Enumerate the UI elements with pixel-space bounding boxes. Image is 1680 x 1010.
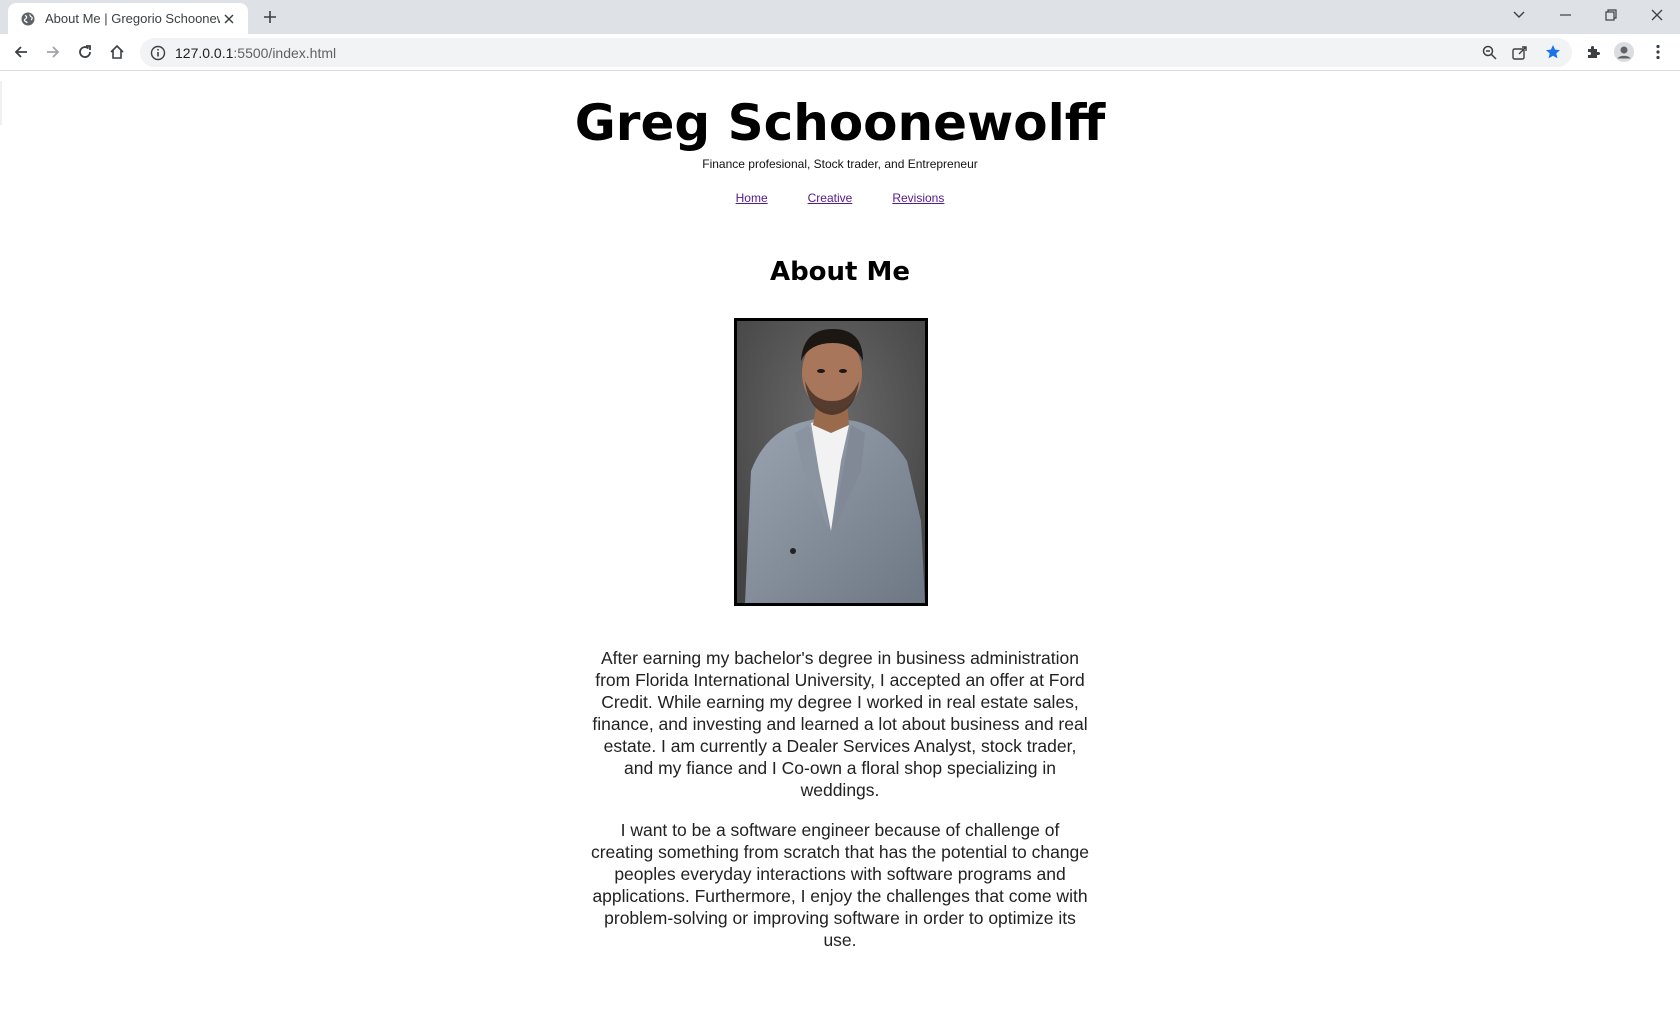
url-text: 127.0.0.1:5500/index.html bbox=[175, 45, 336, 61]
tab-title: About Me | Gregorio Schoonewolff bbox=[45, 11, 220, 26]
globe-icon bbox=[21, 12, 35, 25]
page-content: Greg Schoonewolff Finance profesional, S… bbox=[0, 71, 1680, 1010]
kebab-menu-icon bbox=[1656, 44, 1660, 60]
share-icon bbox=[1512, 45, 1527, 60]
reload-button[interactable] bbox=[72, 39, 98, 65]
close-icon bbox=[1651, 9, 1663, 21]
extensions-button[interactable] bbox=[1581, 40, 1605, 64]
close-tab-icon[interactable] bbox=[220, 10, 238, 28]
profile-button[interactable] bbox=[1612, 40, 1636, 64]
puzzle-icon bbox=[1588, 46, 1600, 58]
restore-icon bbox=[1605, 9, 1617, 21]
portrait-illustration bbox=[737, 321, 925, 603]
nav-link-creative[interactable]: Creative bbox=[808, 191, 853, 205]
back-button[interactable] bbox=[8, 39, 34, 65]
home-button[interactable] bbox=[104, 39, 130, 65]
star-icon bbox=[1546, 45, 1560, 59]
tab-search-button[interactable] bbox=[1496, 0, 1542, 30]
minimize-icon bbox=[1559, 14, 1571, 16]
home-icon bbox=[110, 44, 124, 59]
zoom-button[interactable] bbox=[1477, 40, 1501, 64]
section-heading: About Me bbox=[769, 257, 911, 287]
bio-paragraph: After earning my bachelor's degree in bu… bbox=[592, 648, 1088, 800]
nav-link-home[interactable]: Home bbox=[736, 191, 768, 205]
url-host: 127.0.0.1 bbox=[175, 44, 234, 61]
reload-icon bbox=[79, 45, 91, 58]
bio-paragraph: I want to be a software engineer because… bbox=[590, 820, 1090, 950]
menu-button[interactable] bbox=[1646, 40, 1670, 64]
browser-tab-active[interactable]: About Me | Gregorio Schoonewolff bbox=[8, 3, 248, 34]
portrait-photo bbox=[734, 318, 928, 606]
plus-icon bbox=[264, 11, 276, 23]
chevron-down-icon bbox=[1513, 11, 1525, 18]
nav-link-revisions[interactable]: Revisions bbox=[892, 191, 944, 205]
arrow-left-icon bbox=[14, 46, 27, 58]
bookmark-star-button[interactable] bbox=[1541, 40, 1565, 64]
forward-button[interactable] bbox=[40, 39, 66, 65]
restore-button[interactable] bbox=[1588, 0, 1634, 30]
address-bar[interactable]: 127.0.0.1:5500/index.html bbox=[140, 38, 1572, 67]
share-button[interactable] bbox=[1508, 40, 1532, 64]
browser-toolbar: 127.0.0.1:5500/index.html bbox=[0, 34, 1680, 71]
zoom-icon bbox=[1482, 45, 1497, 60]
arrow-right-icon bbox=[47, 46, 60, 58]
minimize-button[interactable] bbox=[1542, 0, 1588, 30]
info-icon[interactable] bbox=[150, 45, 166, 61]
site-nav: Home Creative Revisions bbox=[0, 191, 1680, 205]
tab-strip: About Me | Gregorio Schoonewolff bbox=[0, 0, 1680, 34]
close-window-button[interactable] bbox=[1634, 0, 1680, 30]
tagline: Finance profesional, Stock trader, and E… bbox=[702, 157, 978, 171]
new-tab-button[interactable] bbox=[259, 6, 281, 28]
page-title: Greg Schoonewolff bbox=[574, 94, 1106, 152]
url-path: :5500/index.html bbox=[233, 44, 337, 61]
profile-avatar-icon bbox=[1614, 42, 1634, 62]
